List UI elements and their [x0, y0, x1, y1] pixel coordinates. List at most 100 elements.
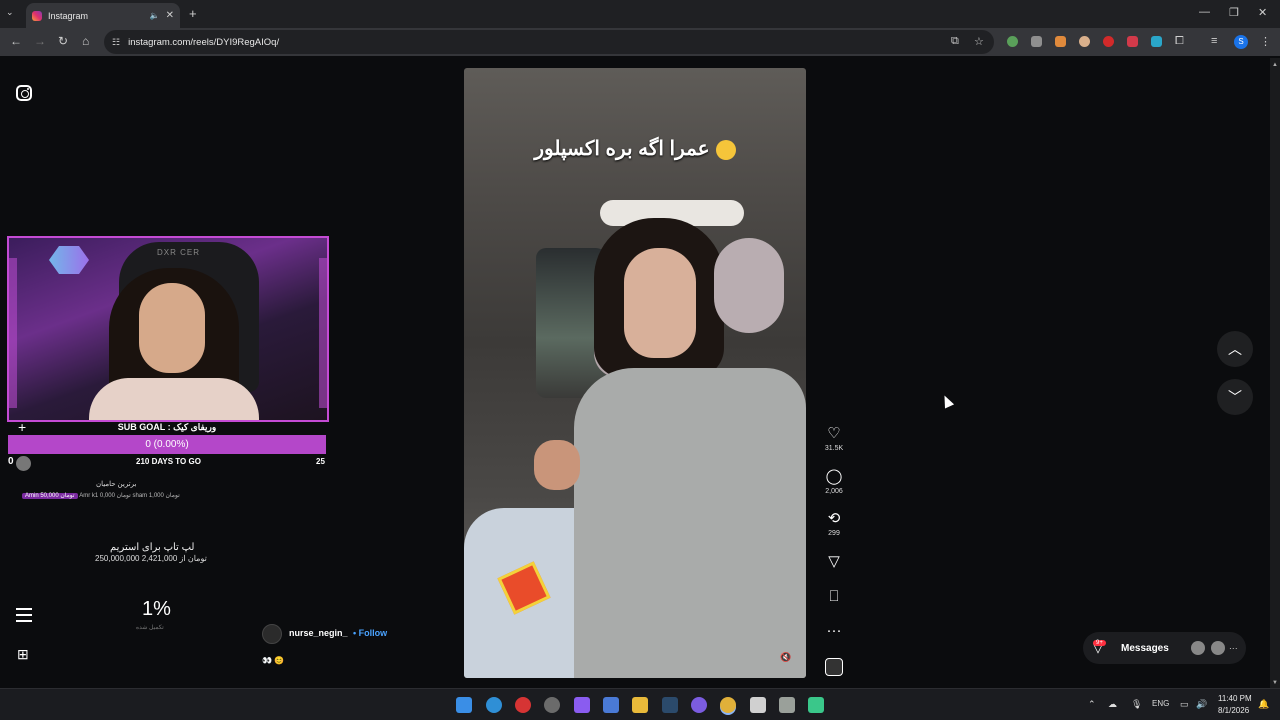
reel-video[interactable]: عمرا اگه بره اکسپلور 🔇	[464, 68, 806, 678]
steam-icon[interactable]	[662, 697, 678, 713]
heart-icon: ♡	[827, 425, 841, 442]
app-icon[interactable]	[574, 697, 590, 713]
app-icon[interactable]	[544, 697, 560, 713]
plus-icon: +	[18, 419, 27, 435]
app-icon[interactable]	[603, 697, 619, 713]
edge-icon[interactable]	[486, 697, 502, 713]
clock-date[interactable]: 8/1/2026	[1218, 706, 1249, 715]
goal-percent-label: تکمیل شده	[136, 625, 164, 631]
extension-icon[interactable]	[1151, 36, 1162, 47]
more-options-button[interactable]: ···	[820, 622, 848, 640]
extension-icon[interactable]	[1079, 36, 1090, 47]
also-from-meta-icon[interactable]: ⊞	[17, 646, 29, 663]
messages-label: Messages	[1121, 642, 1169, 654]
url-text[interactable]: instagram.com/reels/DYI9RegAIOq/	[128, 37, 279, 48]
avatar	[1190, 641, 1205, 655]
mouse-cursor-icon	[939, 393, 955, 409]
address-bar[interactable]: ☷ instagram.com/reels/DYI9RegAIOq/	[104, 30, 994, 54]
top-donors-list: Amin 50,000 تومان Amr k1 تومان 0,000 sha…	[22, 492, 180, 499]
app-icon[interactable]	[750, 697, 766, 713]
language-indicator[interactable]: ENG	[1152, 699, 1169, 708]
avatar	[1210, 641, 1225, 655]
instagram-logo-icon[interactable]	[16, 85, 32, 101]
mute-speaker-icon[interactable]: 🔇	[780, 652, 791, 663]
laptop-goal-title: لپ تاپ برای استریم	[110, 542, 195, 553]
like-button[interactable]: ♡ 31.5K	[820, 425, 848, 452]
comment-button[interactable]: ◯ 2,006	[820, 468, 848, 495]
comment-count: 2,006	[825, 488, 843, 495]
speaker-mute-icon[interactable]: 🔈	[150, 11, 160, 20]
profile-avatar[interactable]: S	[1234, 35, 1248, 49]
repost-count: 299	[828, 530, 840, 537]
unread-badge: 9+	[1093, 640, 1106, 646]
show-hidden-icons-icon[interactable]: ⌃	[1088, 699, 1096, 710]
microphone-icon[interactable]: 🎙	[1131, 699, 1142, 710]
extension-icon[interactable]	[1103, 36, 1114, 47]
browser-tab-bar: ⌄ Instagram 🔈 ✕ + — ❐ ✕	[0, 0, 1280, 28]
sub-goal-title: SUB GOAL : وریفای کیک	[8, 422, 326, 434]
back-arrow-icon[interactable]: ←	[10, 34, 22, 48]
bookmark-star-icon[interactable]: ☆	[974, 35, 984, 48]
share-button[interactable]: ▽	[820, 553, 848, 571]
author-avatar[interactable]	[262, 624, 282, 644]
notification-icon[interactable]: 🔔	[1258, 699, 1269, 710]
comment-bubble-icon: ◯	[825, 468, 843, 485]
app-icon[interactable]	[691, 697, 707, 713]
scroll-up-icon[interactable]: ▲	[1272, 62, 1278, 68]
extension-icon[interactable]	[1127, 36, 1138, 47]
repost-button[interactable]: ⟲ 299	[820, 510, 848, 537]
instagram-favicon-icon	[32, 10, 42, 21]
audio-thumbnail[interactable]	[825, 658, 843, 676]
tab-instagram[interactable]: Instagram 🔈 ✕	[26, 3, 180, 28]
author-username[interactable]: nurse_negin_	[289, 628, 348, 638]
previous-reel-button[interactable]: ︿	[1217, 331, 1253, 367]
restore-button[interactable]: ❐	[1229, 6, 1239, 19]
forward-arrow-icon[interactable]: →	[34, 34, 46, 48]
clock-time[interactable]: 11:40 PM	[1218, 694, 1252, 703]
chevron-down-icon: ﹀	[1228, 389, 1242, 405]
new-tab-button[interactable]: +	[189, 6, 197, 21]
file-explorer-icon[interactable]	[632, 697, 648, 713]
reel-emoji-line: 👀 😊	[262, 656, 285, 665]
page-scrollbar[interactable]: ▲ ▼	[1270, 58, 1280, 688]
extension-icon[interactable]	[1055, 36, 1066, 47]
more-menu-icon[interactable]	[16, 608, 32, 626]
reload-icon[interactable]: ↻	[58, 34, 68, 48]
app-icon[interactable]	[808, 697, 824, 713]
close-window-button[interactable]: ✕	[1258, 6, 1267, 19]
tab-close-icon[interactable]: ✕	[166, 10, 174, 21]
extension-icon[interactable]	[1007, 36, 1018, 47]
more-dots-icon: ···	[1228, 643, 1238, 653]
extensions-puzzle-icon[interactable]: ⧠	[1175, 35, 1184, 48]
install-app-icon[interactable]: ⧉	[951, 35, 959, 48]
volume-icon[interactable]: 🔊	[1196, 699, 1207, 710]
chrome-icon[interactable]	[720, 697, 736, 713]
like-count: 31.5K	[824, 445, 844, 452]
home-icon[interactable]: ⌂	[82, 34, 89, 48]
scroll-down-icon[interactable]: ▼	[1272, 680, 1278, 686]
browser-menu-icon[interactable]: ⋮	[1260, 35, 1271, 48]
minimize-button[interactable]: —	[1199, 6, 1210, 18]
site-info-icon[interactable]: ☷	[112, 37, 120, 48]
windows-start-icon[interactable]	[456, 697, 472, 713]
bookmark-icon: ⎕	[829, 588, 839, 605]
tab-search-icon[interactable]: ⌄	[6, 7, 14, 18]
donor-entry: sham تومان 1,000	[132, 493, 180, 499]
chevron-up-icon: ︿	[1228, 341, 1242, 357]
more-dots-icon: ···	[826, 622, 842, 639]
donor-entry: Amr k1 تومان 0,000	[79, 493, 131, 499]
save-button[interactable]: ⎕	[820, 588, 848, 606]
goal-percent: 1%	[142, 598, 171, 620]
follow-button[interactable]: • Follow	[353, 628, 387, 638]
messages-button[interactable]: ▽ 9+ Messages ···	[1083, 632, 1246, 664]
app-icon[interactable]	[515, 697, 531, 713]
app-icon[interactable]	[779, 697, 795, 713]
sub-goal-target: 25	[316, 457, 325, 466]
extension-icon[interactable]	[1031, 36, 1042, 47]
cloud-icon[interactable]: ☁	[1108, 699, 1117, 710]
windows-taskbar: ⌃ ☁ 🎙 ENG ▭ 🔊 11:40 PM 8/1/2026 🔔	[0, 688, 1280, 720]
next-reel-button[interactable]: ﹀	[1217, 379, 1253, 415]
reading-list-icon[interactable]: ≡	[1211, 35, 1217, 47]
send-icon: ▽	[828, 553, 840, 570]
display-icon[interactable]: ▭	[1180, 699, 1189, 710]
